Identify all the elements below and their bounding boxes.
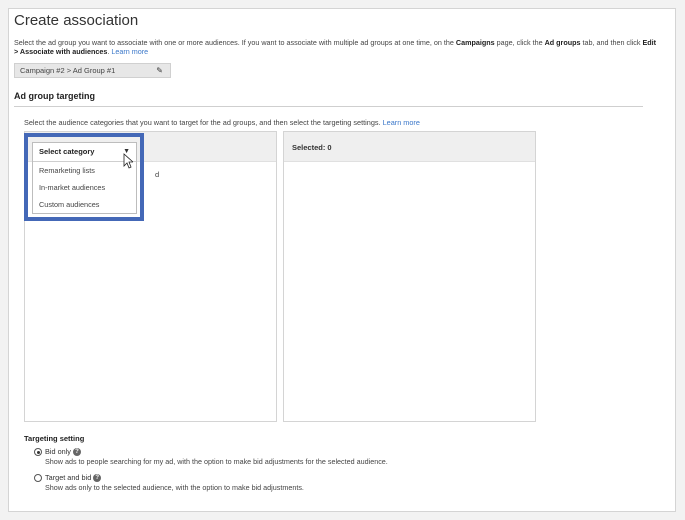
ad-group-breadcrumb[interactable]: Campaign #2 > Ad Group #1 ✎	[14, 63, 171, 78]
option-in-market-audiences[interactable]: In-market audiences	[33, 179, 136, 196]
description-part1: Select the ad group you want to associat…	[14, 38, 456, 47]
bid-only-label: Bid only	[45, 447, 71, 456]
help-icon[interactable]: ?	[72, 448, 81, 457]
option-custom-audiences[interactable]: Custom audiences	[33, 196, 136, 213]
option-remarketing-lists[interactable]: Remarketing lists	[33, 162, 136, 179]
section-divider	[14, 106, 643, 107]
select-category-label: Select category	[39, 147, 95, 156]
page-title: Create association	[14, 12, 139, 29]
target-and-bid-radio[interactable]	[34, 474, 42, 482]
bid-only-radio[interactable]	[34, 448, 42, 456]
bid-only-description: Show ads to people searching for my ad, …	[45, 457, 388, 466]
description-text: Select the ad group you want to associat…	[14, 38, 659, 56]
description-part2: page, click the	[494, 38, 545, 47]
selected-count: Selected: 0	[292, 143, 332, 152]
description-campaigns: Campaigns	[455, 38, 495, 47]
instruction-body: Select the audience categories that you …	[24, 118, 383, 127]
selected-panel: Selected: 0	[283, 131, 536, 422]
learn-more-link[interactable]: Learn more	[111, 47, 148, 56]
section-title: Ad group targeting	[14, 91, 95, 101]
description-ad-groups: Ad groups	[544, 38, 581, 47]
target-and-bid-description: Show ads only to the selected audience, …	[45, 483, 304, 492]
category-dropdown[interactable]: Select category ▼ Remarketing lists In-m…	[32, 142, 137, 214]
breadcrumb-label: Campaign #2 > Ad Group #1	[20, 66, 116, 75]
targeting-setting-title: Targeting setting	[24, 434, 85, 443]
instruction-text: Select the audience categories that you …	[24, 118, 420, 127]
target-and-bid-label: Target and bid	[45, 473, 92, 482]
target-and-bid-option[interactable]: Target and bid?	[45, 473, 102, 483]
pencil-icon[interactable]: ✎	[156, 64, 163, 77]
description-part3: tab, and then click	[580, 38, 643, 47]
mouse-pointer-icon	[123, 153, 133, 169]
bid-only-option[interactable]: Bid only?	[45, 447, 81, 457]
category-panel-partial-text: d	[155, 170, 160, 179]
help-icon[interactable]: ?	[93, 474, 102, 483]
instruction-learn-more-link[interactable]: Learn more	[383, 118, 420, 127]
select-category-button[interactable]: Select category ▼	[33, 143, 136, 162]
